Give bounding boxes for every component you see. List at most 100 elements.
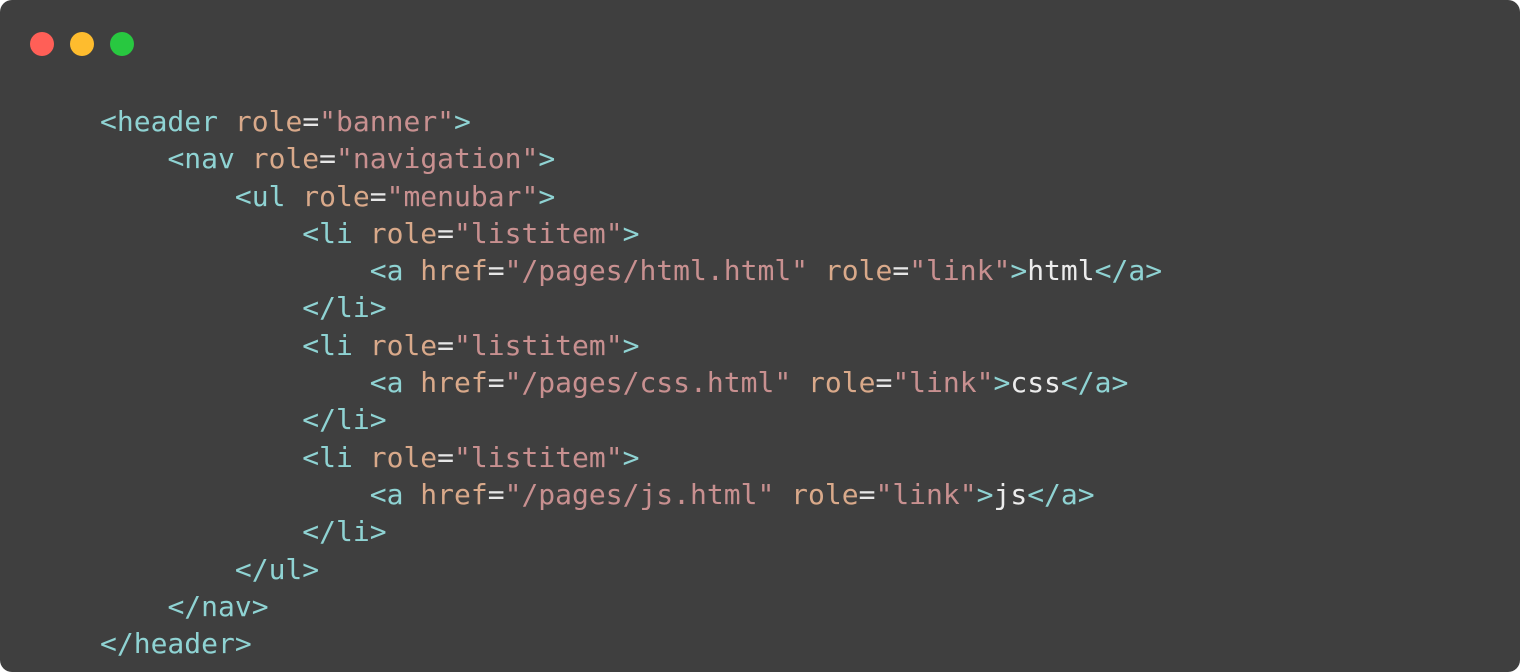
code-token-punct: < — [369, 366, 387, 400]
code-block: <header role="banner"> <nav role="naviga… — [100, 103, 1162, 662]
code-token-punct: < — [302, 440, 320, 474]
code-token-eq: = — [487, 366, 505, 400]
code-window: <header role="banner"> <nav role="naviga… — [0, 0, 1520, 672]
code-token-punct: </ — [302, 291, 337, 325]
code-token-str: "link" — [909, 254, 1011, 288]
code-token-punct: > — [622, 216, 640, 250]
code-token-attr: role — [251, 142, 320, 176]
code-token-tag: li — [319, 328, 353, 362]
code-token-punct: > — [622, 328, 640, 362]
code-line: <ul role="menubar"> — [100, 178, 1162, 215]
code-token-str: "listitem" — [454, 440, 623, 474]
code-token-punct: > — [538, 179, 556, 213]
code-line: <header role="banner"> — [100, 103, 1162, 140]
code-line: </li> — [100, 513, 1162, 550]
code-token-tag: li — [336, 291, 370, 325]
code-token-punct: < — [167, 142, 185, 176]
code-token-attr: role — [302, 179, 370, 213]
code-line: <li role="listitem"> — [100, 215, 1162, 252]
code-token-eq: = — [487, 477, 505, 511]
code-token-punct: < — [302, 328, 320, 362]
close-button[interactable] — [30, 32, 54, 56]
code-token-attr: href — [420, 366, 488, 400]
code-token-punct: </ — [1094, 254, 1129, 288]
code-token-tag: a — [1128, 254, 1146, 288]
window-controls — [30, 32, 134, 56]
maximize-button[interactable] — [110, 32, 134, 56]
code-token-punct: </ — [302, 403, 337, 437]
code-token-punct: </ — [1027, 477, 1061, 511]
code-token-punct: > — [251, 589, 269, 623]
code-token-tag: li — [319, 216, 353, 250]
minimize-button[interactable] — [70, 32, 94, 56]
code-token-str: "/pages/js.html" — [504, 477, 775, 511]
code-token-tag: a — [386, 366, 404, 400]
code-line: </li> — [100, 401, 1162, 438]
code-token-attr: role — [369, 216, 438, 250]
code-token-punct: < — [369, 477, 387, 511]
code-token-punct: > — [976, 477, 994, 511]
code-token-attr: href — [420, 477, 488, 511]
code-token-text: css — [1010, 366, 1061, 400]
code-token-str: "navigation" — [336, 142, 539, 176]
code-token-tag: nav — [201, 589, 252, 623]
code-token-eq: = — [319, 142, 337, 176]
code-line: <li role="listitem"> — [100, 439, 1162, 476]
code-token-str: "menubar" — [386, 179, 539, 213]
code-line: </header> — [100, 625, 1162, 662]
code-token-str: "listitem" — [454, 328, 623, 362]
code-token-punct: < — [234, 179, 252, 213]
code-line: </li> — [100, 289, 1162, 326]
code-token-punct: > — [622, 440, 640, 474]
code-token-eq: = — [892, 254, 910, 288]
code-token-punct: </ — [1060, 366, 1095, 400]
code-line: <a href="/pages/css.html" role="link">cs… — [100, 364, 1162, 401]
code-token-punct: </ — [100, 627, 134, 661]
code-line: <li role="listitem"> — [100, 327, 1162, 364]
code-token-punct: > — [1010, 254, 1028, 288]
code-token-eq: = — [437, 216, 455, 250]
code-token-attr: href — [420, 254, 488, 288]
code-token-str: "link" — [892, 366, 994, 400]
code-token-eq: = — [302, 105, 320, 138]
code-token-eq: = — [369, 179, 387, 213]
code-token-str: "/pages/css.html" — [504, 366, 792, 400]
code-line: </nav> — [100, 588, 1162, 625]
code-token-punct: > — [369, 515, 387, 549]
code-token-str: "link" — [875, 477, 977, 511]
code-token-punct: < — [302, 216, 320, 250]
code-token-tag: ul — [251, 179, 286, 213]
code-token-punct: > — [1111, 366, 1129, 400]
code-line: <a href="/pages/js.html" role="link">js<… — [100, 476, 1162, 513]
code-token-tag: li — [319, 440, 353, 474]
code-token-attr: role — [808, 366, 876, 400]
code-token-attr: role — [791, 477, 859, 511]
code-token-punct: > — [369, 291, 387, 325]
code-token-punct: > — [538, 142, 556, 176]
code-token-tag: a — [1094, 366, 1112, 400]
code-token-attr: role — [369, 440, 438, 474]
code-line: </ul> — [100, 551, 1162, 588]
code-line: <nav role="navigation"> — [100, 140, 1162, 177]
code-token-punct: </ — [302, 515, 337, 549]
code-token-tag: a — [386, 254, 404, 288]
code-token-punct: </ — [167, 589, 202, 623]
code-line: <a href="/pages/html.html" role="link">h… — [100, 252, 1162, 289]
